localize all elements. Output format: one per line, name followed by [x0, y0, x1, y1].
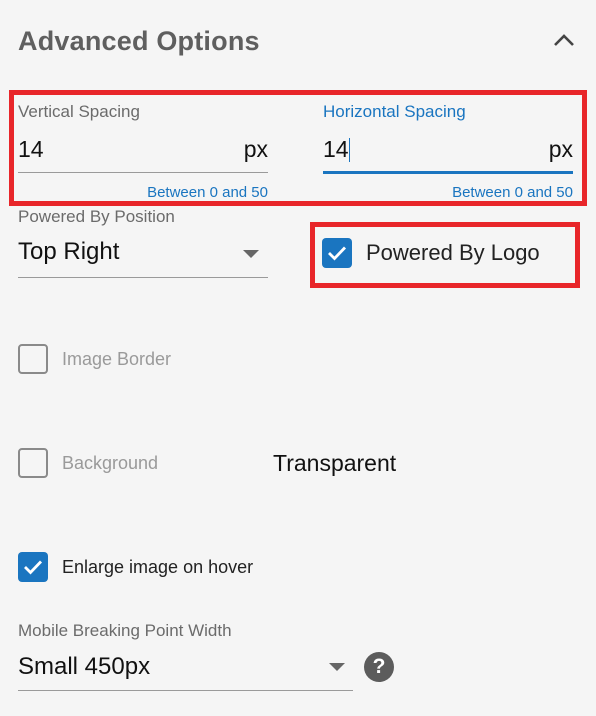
horizontal-spacing-unit: px: [548, 136, 573, 162]
powered-by-logo-label: Powered By Logo: [366, 240, 540, 265]
background-option[interactable]: Background: [18, 448, 158, 478]
background-label: Background: [62, 452, 159, 473]
background-checkbox[interactable]: [18, 448, 48, 478]
powered-by-position-value: Top Right: [18, 238, 120, 265]
collapse-button[interactable]: [550, 28, 578, 52]
powered-by-position-underline: [18, 277, 268, 278]
powered-by-logo-option[interactable]: Powered By Logo: [322, 238, 540, 268]
horizontal-spacing-label: Horizontal Spacing: [323, 102, 466, 121]
vertical-spacing-input[interactable]: 14: [18, 136, 44, 163]
powered-by-logo-checkbox[interactable]: [322, 238, 352, 268]
vertical-spacing-field[interactable]: Vertical Spacing 14 px Between 0 and 50: [18, 100, 268, 205]
mobile-breakpoint-underline: [18, 690, 353, 691]
mobile-breakpoint-label: Mobile Breaking Point Width: [18, 621, 232, 640]
image-border-label: Image Border: [62, 348, 172, 369]
background-value: Transparent: [273, 450, 397, 476]
text-cursor: [348, 137, 351, 162]
vertical-spacing-unit: px: [243, 136, 268, 162]
mobile-breakpoint-select[interactable]: Mobile Breaking Point Width Small 450px: [18, 621, 353, 693]
enlarge-on-hover-option[interactable]: Enlarge image on hover: [18, 552, 253, 582]
image-border-option[interactable]: Image Border: [18, 344, 171, 374]
vertical-spacing-label: Vertical Spacing: [18, 102, 140, 121]
chevron-up-icon: [554, 34, 574, 46]
dropdown-arrow-icon: [243, 250, 259, 258]
help-icon[interactable]: ?: [364, 652, 394, 682]
horizontal-spacing-underline: [323, 171, 573, 174]
checkmark-icon: [24, 560, 43, 575]
horizontal-spacing-input[interactable]: 14: [323, 136, 349, 163]
vertical-spacing-underline: [18, 172, 268, 173]
vertical-spacing-helper: Between 0 and 50: [147, 184, 268, 201]
enlarge-on-hover-checkbox[interactable]: [18, 552, 48, 582]
horizontal-spacing-value-wrap: 14: [323, 136, 351, 163]
dropdown-arrow-icon: [329, 663, 345, 671]
mobile-breakpoint-value: Small 450px: [18, 653, 151, 680]
horizontal-spacing-helper: Between 0 and 50: [452, 184, 573, 201]
panel-title: Advanced Options: [18, 26, 260, 56]
enlarge-on-hover-label: Enlarge image on hover: [62, 556, 254, 577]
checkmark-icon: [328, 246, 347, 261]
horizontal-spacing-field[interactable]: Horizontal Spacing 14 px Between 0 and 5…: [323, 100, 573, 205]
powered-by-position-select[interactable]: Powered By Position Top Right: [18, 207, 268, 279]
powered-by-position-label: Powered By Position: [18, 207, 175, 226]
image-border-checkbox[interactable]: [18, 344, 48, 374]
